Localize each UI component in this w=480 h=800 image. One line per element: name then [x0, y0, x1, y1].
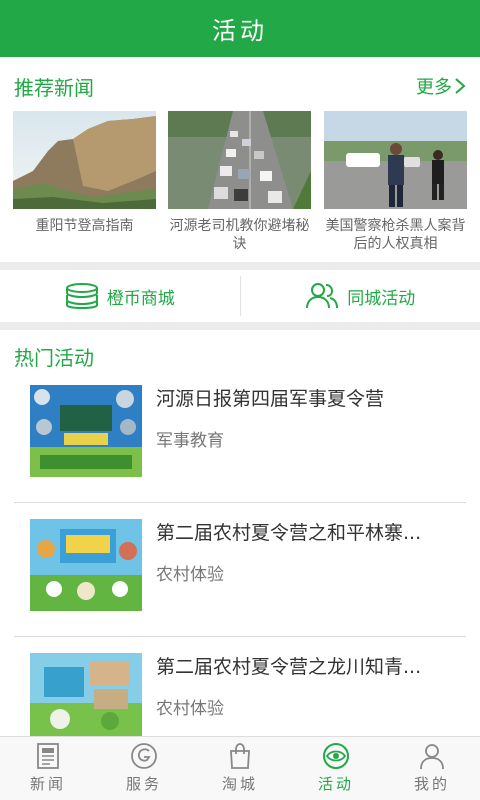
activity-thumbnail	[30, 519, 142, 611]
user-icon	[420, 744, 444, 770]
quick-link-label: 同城活动	[347, 288, 416, 309]
newspaper-icon	[37, 743, 59, 769]
tab-shop[interactable]: 淘城	[192, 737, 288, 800]
tab-label: 服务	[125, 775, 162, 793]
news-list: 重阳节登高指南 河源老司机教你避堵秘诀 美国警察枪杀黑人案背后的人权真相	[0, 111, 480, 261]
activity-title: 第二届农村夏令营之龙川知青...	[156, 656, 422, 678]
tab-news[interactable]: 新闻	[0, 737, 96, 800]
more-label: 更多	[416, 77, 452, 98]
page-title: 活动	[212, 17, 268, 45]
news-thumbnail-mountain	[13, 111, 156, 209]
section-divider	[0, 322, 480, 330]
section-title-recommend: 推荐新闻	[14, 75, 94, 100]
service-icon	[131, 743, 157, 769]
tab-service[interactable]: 服务	[96, 737, 192, 800]
news-caption: 美国警察枪杀黑人案背后的人权真相	[325, 218, 466, 252]
chevron-right-icon	[455, 78, 466, 94]
quick-link-coin-mall[interactable]: 橙币商城	[0, 270, 240, 322]
people-icon	[306, 283, 339, 309]
section-title-hot: 热门活动	[14, 346, 94, 370]
news-caption: 重阳节登高指南	[35, 218, 134, 234]
quick-links: 橙币商城 同城活动	[0, 270, 480, 322]
tab-label: 新闻	[29, 775, 66, 793]
activity-tag: 军事教育	[156, 431, 224, 451]
activity-thumbnail	[30, 653, 142, 737]
tab-me[interactable]: 我的	[384, 737, 480, 800]
news-item[interactable]: 美国警察枪杀黑人案背后的人权真相	[324, 111, 467, 253]
news-item[interactable]: 重阳节登高指南	[13, 111, 156, 235]
shopping-bag-icon	[230, 743, 250, 769]
news-item[interactable]: 河源老司机教你避堵秘诀	[168, 111, 311, 253]
activity-tag: 农村体验	[156, 565, 224, 585]
news-caption: 河源老司机教你避堵秘诀	[169, 218, 310, 252]
tab-label: 活动	[317, 775, 354, 793]
activity-item[interactable]: 第二届农村夏令营之和平林寨... 农村体验	[0, 504, 480, 638]
tab-activity[interactable]: 活动	[288, 737, 384, 800]
activity-tag: 农村体验	[156, 699, 224, 719]
app-header: 活动	[0, 0, 480, 57]
activity-title: 第二届农村夏令营之和平林寨...	[156, 522, 422, 544]
quick-link-label: 橙币商城	[106, 288, 175, 309]
recommend-header: 推荐新闻 更多	[0, 66, 480, 106]
activity-title: 河源日报第四届军事夏令营	[156, 388, 385, 410]
tab-label: 淘城	[221, 775, 258, 793]
coins-icon	[65, 283, 98, 309]
quick-link-local-events[interactable]: 同城活动	[241, 270, 480, 322]
activity-thumbnail	[30, 385, 142, 477]
more-link[interactable]: 更多	[416, 73, 466, 99]
bottom-tab-bar: 新闻 服务 淘城 活动 我的	[0, 736, 480, 800]
news-thumbnail-traffic	[168, 111, 311, 209]
activity-eye-icon	[323, 743, 349, 769]
tab-label: 我的	[413, 775, 450, 793]
news-thumbnail-police	[324, 111, 467, 209]
list-divider	[14, 636, 466, 637]
activity-item[interactable]: 河源日报第四届军事夏令营 军事教育	[0, 370, 480, 504]
section-divider	[0, 262, 480, 270]
list-divider	[14, 502, 466, 503]
